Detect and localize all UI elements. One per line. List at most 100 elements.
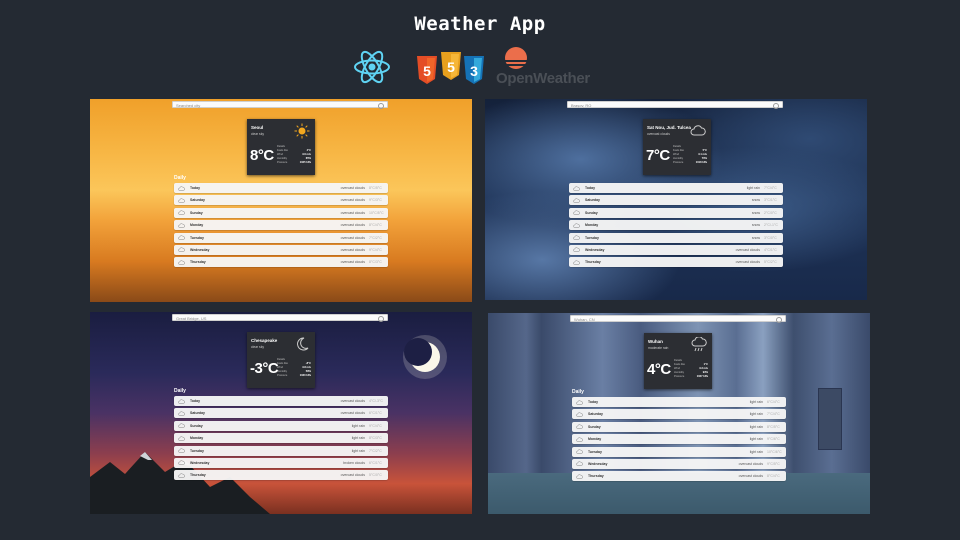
forecast-description: overcast clouds: [738, 474, 763, 479]
forecast-range: 6°C/4°C: [767, 400, 780, 404]
forecast-description: snow: [751, 223, 760, 228]
forecast-day: Thursday: [190, 473, 206, 478]
daily-forecast-list: Today overcast clouds 4°C/-3°C Saturday over…: [174, 396, 388, 483]
search-icon[interactable]: [773, 103, 779, 109]
forecast-item[interactable]: Today light rain 7°C/4°C: [569, 183, 783, 193]
forecast-item[interactable]: Sunday overcast clouds 10°C/5°C: [174, 207, 388, 218]
forecast-item[interactable]: Tuesday light rain 10°C/6°C: [572, 446, 786, 457]
forecast-item[interactable]: Tuesday light rain 7°C/2°C: [174, 445, 388, 456]
forecast-item[interactable]: Saturday overcast clouds 9°C/3°C: [174, 195, 388, 206]
forecast-item[interactable]: Wednesday overcast clouds 9°C/4°C: [174, 244, 388, 255]
search-icon[interactable]: [378, 316, 384, 322]
forecast-item[interactable]: Sunday snow 2°C/0°C: [569, 207, 783, 218]
forecast-range: 9°C/5°C: [767, 461, 780, 466]
current-temperature: -3°C: [250, 360, 279, 377]
current-weather-card: Chesapeake clear sky -3°C Details Feels …: [247, 332, 315, 388]
weather-description: clear sky: [251, 345, 265, 349]
search-icon[interactable]: [378, 103, 384, 109]
forecast-day: Tuesday: [585, 235, 599, 240]
cloud-icon: [178, 460, 185, 466]
search-icon[interactable]: [776, 317, 782, 323]
cloud-icon: [573, 247, 580, 253]
forecast-range: 5°C/2°C: [764, 260, 777, 265]
cloud-icon: [178, 448, 185, 453]
forecast-range: 4°C/-3°C: [369, 399, 383, 403]
forecast-description: overcast clouds: [340, 198, 365, 203]
forecast-day: Sunday: [588, 424, 601, 429]
forecast-item[interactable]: Thursday overcast clouds 8°C/4°C: [572, 471, 786, 482]
city-name: Seoul: [251, 125, 264, 130]
forecast-item[interactable]: Sunday light rain 9°C/4°C: [174, 420, 388, 431]
forecast-range: 10°C/6°C: [767, 449, 782, 454]
forecast-item[interactable]: Saturday snow 3°C/1°C: [569, 195, 783, 206]
search-input[interactable]: Great Bridge, US: [172, 314, 388, 322]
forecast-item[interactable]: Thursday overcast clouds 8°C/3°C: [174, 257, 388, 268]
forecast-description: overcast clouds: [340, 186, 365, 190]
svg-text:5: 5: [423, 63, 431, 79]
forecast-range: 8°C/3°C: [369, 436, 382, 441]
forecast-day: Wednesday: [588, 461, 608, 466]
forecast-item[interactable]: Thursday overcast clouds 5°C/0°C: [174, 470, 388, 481]
cloud-icon: [690, 125, 706, 136]
svg-text:5: 5: [447, 59, 455, 75]
forecast-day: Wednesday: [190, 460, 210, 465]
forecast-item[interactable]: Tuesday overcast clouds 7°C/2°C: [174, 232, 388, 243]
forecast-range: 3°C/1°C: [764, 198, 777, 203]
forecast-range: 10°C/5°C: [369, 210, 384, 215]
weather-details: Details Feels like 1°C Wind 3.3 m/s Humidi…: [674, 359, 708, 378]
moon-icon: [297, 337, 309, 351]
forecast-item[interactable]: Tuesday snow 3°C/0°C: [569, 232, 783, 243]
forecast-description: light rain: [749, 412, 763, 417]
cloud-icon: [573, 210, 580, 216]
cloud-icon: [576, 461, 583, 467]
daily-forecast-list: Today light rain 7°C/4°C Saturday snow 3°C/1°…: [569, 183, 783, 270]
forecast-item[interactable]: Today light rain 6°C/4°C: [572, 397, 786, 407]
search-input[interactable]: Brașov, RO: [567, 101, 783, 109]
tech-logos: 5 5 3: [0, 45, 960, 90]
forecast-description: overcast clouds: [340, 399, 365, 403]
forecast-description: light rain: [749, 449, 763, 454]
search-input[interactable]: Wuhan, CN: [570, 315, 786, 323]
cloud-icon: [178, 436, 185, 441]
forecast-item[interactable]: Wednesday overcast clouds 4°C/1°C: [569, 244, 783, 255]
forecast-item[interactable]: Monday light rain 9°C/6°C: [572, 434, 786, 445]
forecast-day: Thursday: [190, 260, 206, 265]
forecast-day: Sunday: [190, 210, 203, 215]
forecast-description: light rain: [749, 424, 763, 429]
forecast-description: light rain: [749, 437, 763, 442]
current-weather-card: Seoul clear sky 8°C Details Feels like 4°…: [247, 119, 315, 175]
forecast-description: overcast clouds: [340, 260, 365, 265]
forecast-range: 8°C/4°C: [369, 223, 382, 228]
forecast-item[interactable]: Today overcast clouds 8°C/5°C: [174, 183, 388, 193]
forecast-range: 7°C/2°C: [369, 448, 382, 453]
forecast-item[interactable]: Wednesday broken clouds 6°C/1°C: [174, 457, 388, 468]
forecast-item[interactable]: Saturday light rain 7°C/4°C: [572, 409, 786, 420]
cloud-icon: [573, 223, 580, 228]
forecast-range: 2°C/0°C: [764, 210, 777, 215]
react-icon: [354, 50, 390, 84]
cloud-icon: [178, 235, 185, 240]
cloud-icon: [576, 412, 583, 417]
forecast-item[interactable]: Monday light rain 8°C/3°C: [174, 433, 388, 444]
forecast-item[interactable]: Saturday overcast clouds 6°C/1°C: [174, 408, 388, 419]
forecast-day: Today: [588, 400, 599, 404]
forecast-item[interactable]: Thursday overcast clouds 5°C/2°C: [569, 257, 783, 268]
forecast-item[interactable]: Wednesday overcast clouds 9°C/5°C: [572, 458, 786, 469]
current-temperature: 7°C: [646, 147, 670, 164]
forecast-day: Saturday: [190, 198, 205, 203]
forecast-day: Today: [190, 399, 201, 403]
forecast-range: 3°C/0°C: [764, 235, 777, 240]
forecast-day: Monday: [585, 223, 599, 228]
css3-icon: 3: [464, 56, 484, 84]
forecast-range: 7°C/2°C: [369, 235, 382, 240]
forecast-day: Saturday: [588, 412, 603, 417]
daily-heading: Daily: [572, 389, 584, 395]
search-input[interactable]: Searched city: [172, 101, 388, 109]
forecast-item[interactable]: Monday snow 2°C/-1°C: [569, 220, 783, 231]
forecast-item[interactable]: Monday overcast clouds 8°C/4°C: [174, 220, 388, 231]
forecast-day: Monday: [190, 436, 204, 441]
forecast-range: 9°C/4°C: [369, 247, 382, 252]
forecast-item[interactable]: Today overcast clouds 4°C/-3°C: [174, 396, 388, 406]
forecast-item[interactable]: Sunday light rain 8°C/5°C: [572, 421, 786, 432]
forecast-range: 9°C/6°C: [767, 437, 780, 442]
